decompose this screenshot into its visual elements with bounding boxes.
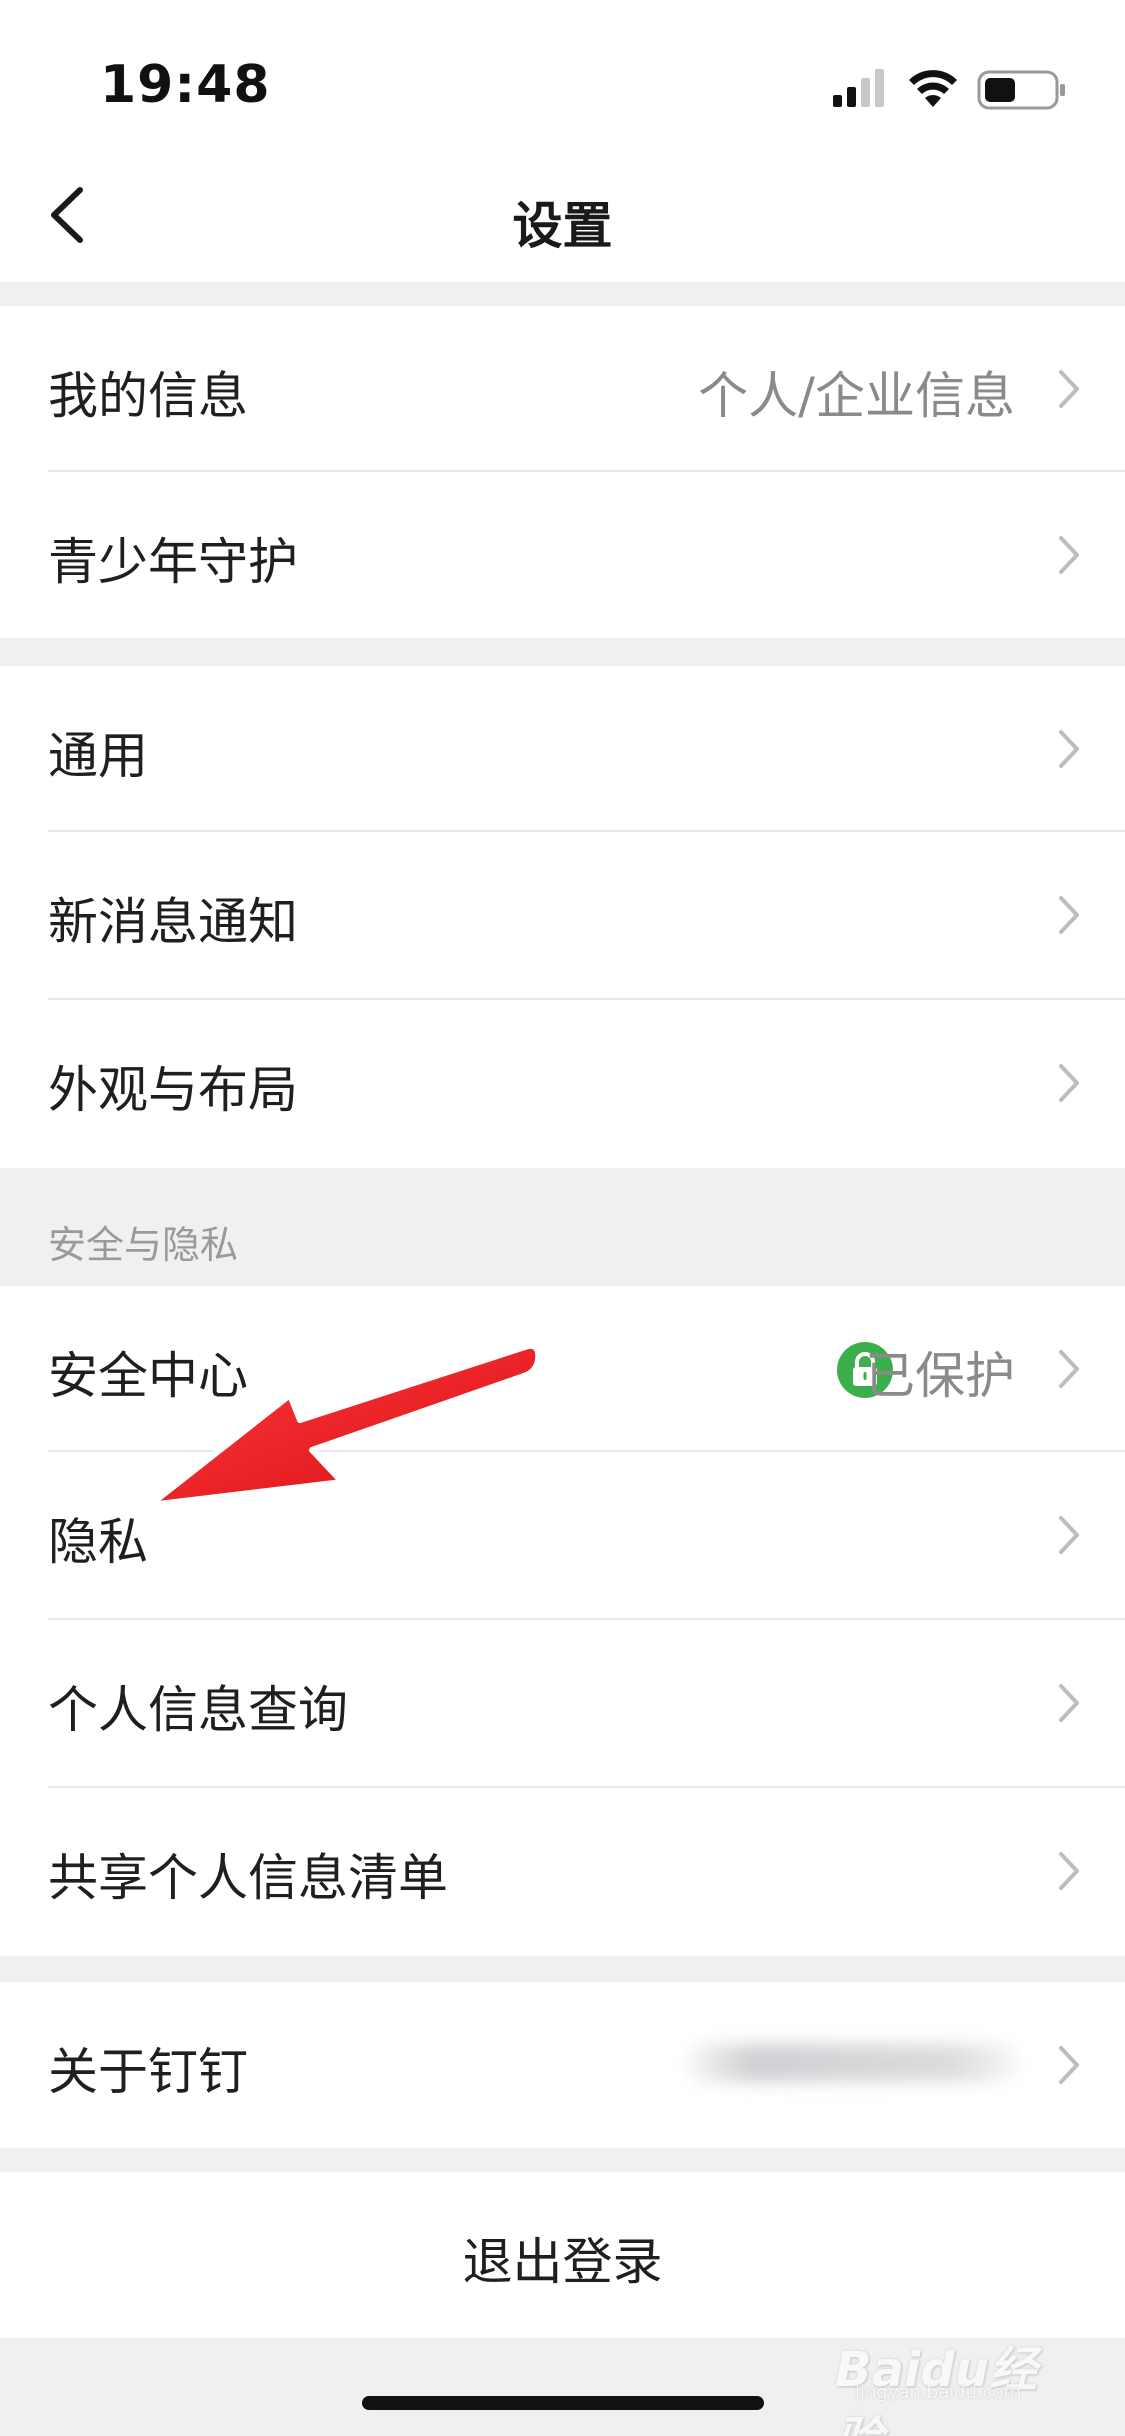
- row-label: 安全中心: [48, 1347, 248, 1405]
- row-label: 通用: [48, 727, 148, 785]
- chevron-right-icon: [1059, 730, 1079, 768]
- baidu-watermark: Baidu经验 jingyan.baidu.com: [835, 2330, 1065, 2436]
- row-label: 新消息通知: [48, 893, 298, 951]
- row-label: 隐私: [48, 1513, 148, 1571]
- settings-row-notifications[interactable]: 新消息通知: [0, 832, 1125, 1000]
- watermark-url: jingyan.baidu.com: [855, 2382, 1022, 2403]
- row-label: 外观与布局: [48, 1061, 298, 1119]
- chevron-right-icon: [1059, 1684, 1079, 1722]
- chevron-right-icon: [1059, 536, 1079, 574]
- logout-button[interactable]: 退出登录: [0, 2172, 1125, 2338]
- protection-status: 已保护: [865, 1347, 1015, 1405]
- home-indicator[interactable]: [362, 2396, 764, 2410]
- settings-row-appearance[interactable]: 外观与布局: [0, 1000, 1125, 1168]
- chevron-right-icon: [1059, 1350, 1079, 1388]
- status-bar: 19:48: [0, 0, 1125, 150]
- row-label: 个人信息查询: [48, 1681, 348, 1739]
- settings-row-personal-info-query[interactable]: 个人信息查询: [0, 1620, 1125, 1788]
- chevron-right-icon: [1059, 1064, 1079, 1102]
- chevron-right-icon: [1059, 2046, 1079, 2084]
- settings-row-about[interactable]: 关于钉钉: [0, 1982, 1125, 2148]
- status-time: 19:48: [100, 55, 271, 115]
- chevron-right-icon: [1059, 1852, 1079, 1890]
- signal-icon: [833, 69, 884, 107]
- settings-group-security: 安全中心 已保护 隐私 个人信息查询 共享个人信息清单: [0, 1286, 1125, 1956]
- settings-row-youth-protection[interactable]: 青少年守护: [0, 472, 1125, 638]
- row-value: 个人/企业信息: [698, 367, 1015, 425]
- page-title: 设置: [512, 197, 613, 255]
- chevron-right-icon: [1059, 896, 1079, 934]
- settings-group-general: 通用 新消息通知 外观与布局: [0, 666, 1125, 1168]
- settings-row-shared-info-list[interactable]: 共享个人信息清单: [0, 1788, 1125, 1956]
- status-icons: [833, 65, 1073, 115]
- chevron-right-icon: [1059, 370, 1079, 408]
- logout-label: 退出登录: [462, 2233, 663, 2291]
- settings-screen: 19:48 设置 我的信息 个人/企业信息 青少年守护 通用 新消息通知 外观与…: [0, 0, 1125, 2436]
- navigation-bar: 设置: [0, 150, 1125, 282]
- settings-group-account: 我的信息 个人/企业信息 青少年守护: [0, 306, 1125, 638]
- row-label: 我的信息: [48, 367, 248, 425]
- blurred-version-info: [687, 2044, 1017, 2082]
- battery-icon: [977, 70, 1065, 110]
- settings-row-my-info[interactable]: 我的信息 个人/企业信息: [0, 306, 1125, 472]
- wifi-icon: [909, 70, 957, 107]
- row-label: 共享个人信息清单: [48, 1849, 448, 1907]
- settings-group-about: 关于钉钉: [0, 1982, 1125, 2148]
- row-label: 关于钉钉: [48, 2043, 248, 2101]
- settings-row-security-center[interactable]: 安全中心 已保护: [0, 1286, 1125, 1452]
- row-label: 青少年守护: [48, 533, 298, 591]
- settings-row-privacy[interactable]: 隐私: [0, 1452, 1125, 1620]
- section-header-security-privacy: 安全与隐私: [48, 1223, 239, 1267]
- chevron-right-icon: [1059, 1516, 1079, 1554]
- settings-row-general[interactable]: 通用: [0, 666, 1125, 832]
